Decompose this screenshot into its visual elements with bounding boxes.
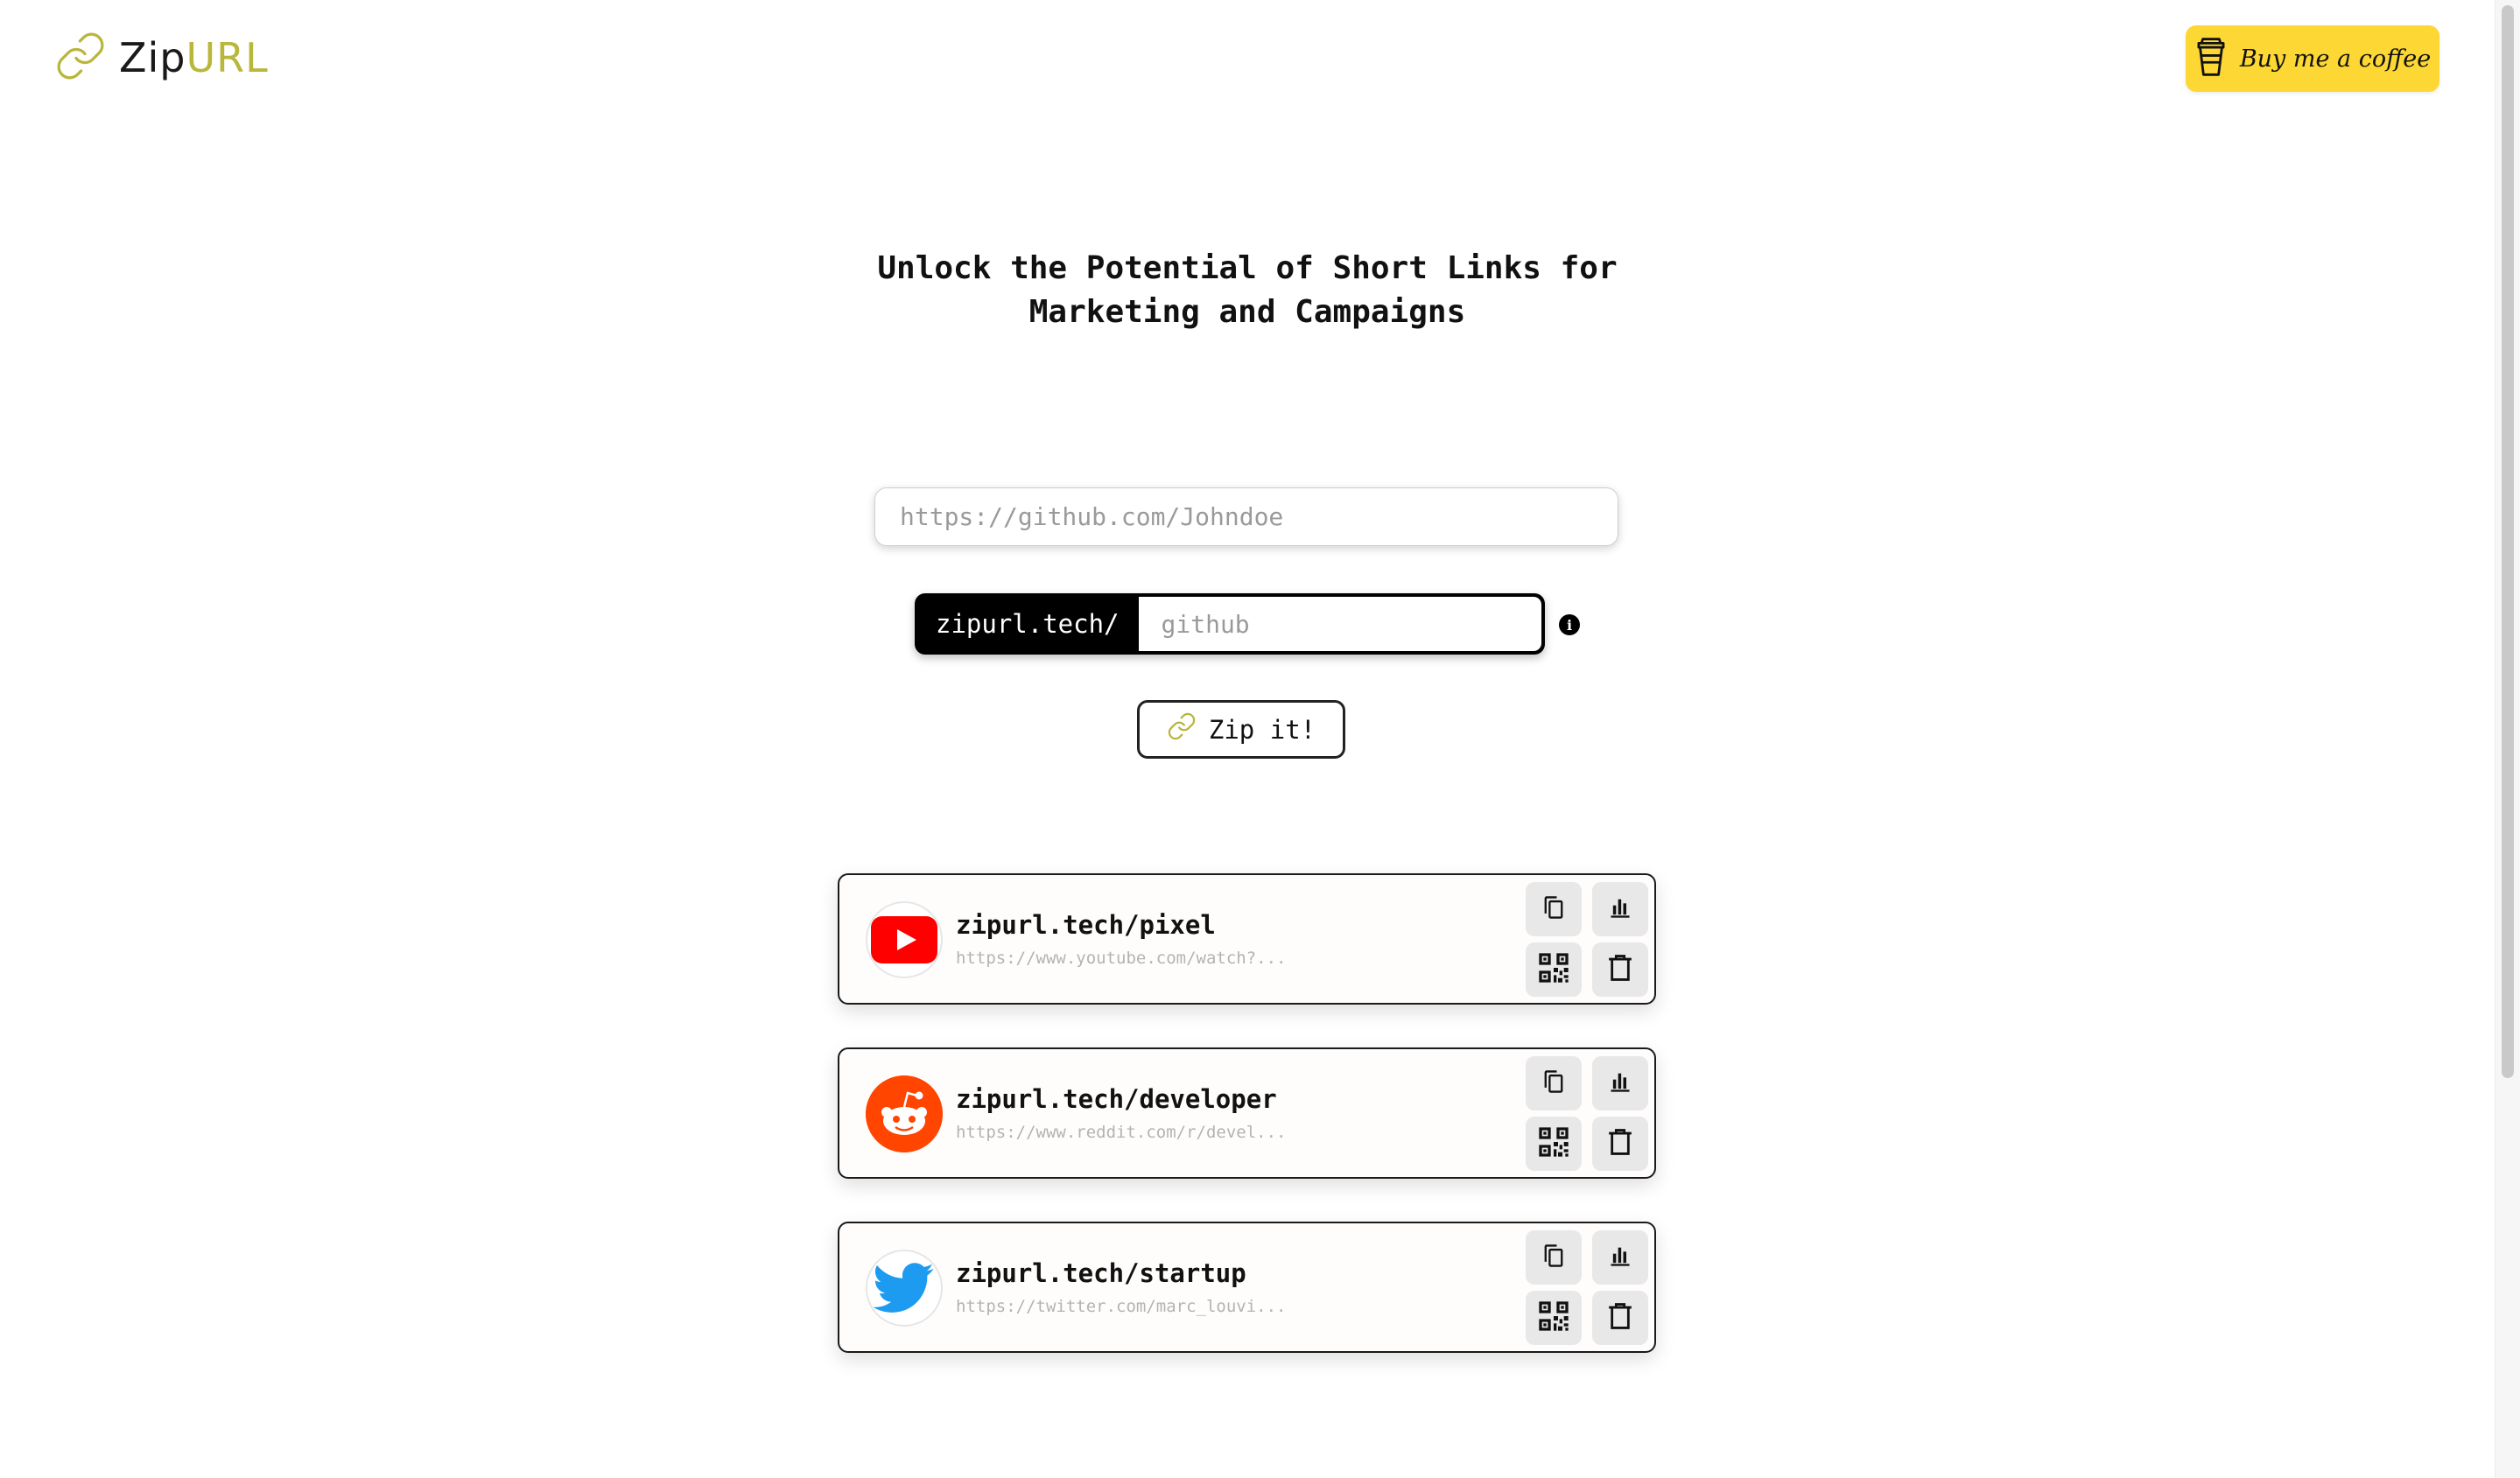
coffee-button-label: Buy me a coffee	[2239, 45, 2432, 73]
trash-icon	[1608, 1302, 1632, 1334]
trash-icon	[1608, 954, 1632, 985]
twitter-icon	[866, 1250, 943, 1327]
link-card: zipurl.tech/startup https://twitter.com/…	[838, 1222, 1656, 1353]
qr-code-button[interactable]	[1526, 1291, 1582, 1345]
coffee-cup-icon	[2194, 35, 2228, 82]
qr-code-button[interactable]	[1526, 1117, 1582, 1171]
qr-code-button[interactable]	[1526, 942, 1582, 997]
scrollbar[interactable]	[2495, 0, 2520, 1478]
copy-button[interactable]	[1526, 1056, 1582, 1110]
zip-it-button[interactable]: Zip it!	[1137, 700, 1345, 759]
delete-button[interactable]	[1592, 1291, 1648, 1345]
bar-chart-icon	[1608, 1069, 1632, 1097]
logo-primary: Zip	[119, 34, 186, 81]
youtube-icon	[866, 901, 943, 978]
original-url: https://www.reddit.com/r/devel...	[956, 1123, 1287, 1142]
logo-accent: URL	[186, 34, 269, 81]
link-card: zipurl.tech/developer https://www.reddit…	[838, 1047, 1656, 1179]
copy-button[interactable]	[1526, 882, 1582, 936]
copy-button[interactable]	[1526, 1230, 1582, 1285]
long-url-input[interactable]	[874, 487, 1618, 546]
copy-icon	[1541, 894, 1566, 924]
delete-button[interactable]	[1592, 942, 1648, 997]
reddit-icon	[866, 1075, 943, 1152]
bar-chart-icon	[1608, 895, 1632, 923]
short-link[interactable]: zipurl.tech/developer	[956, 1084, 1277, 1114]
original-url: https://www.youtube.com/watch?...	[956, 949, 1287, 968]
original-url: https://twitter.com/marc_louvi...	[956, 1297, 1287, 1316]
headline-line-1: Unlock the Potential of Short Links for	[877, 250, 1618, 286]
qr-code-icon	[1536, 1299, 1571, 1337]
short-link[interactable]: zipurl.tech/pixel	[956, 910, 1216, 940]
qr-code-icon	[1536, 950, 1571, 989]
qr-code-icon	[1536, 1124, 1571, 1163]
scrollbar-thumb[interactable]	[2502, 5, 2514, 1078]
delete-button[interactable]	[1592, 1117, 1648, 1171]
copy-icon	[1541, 1068, 1566, 1098]
short-link[interactable]: zipurl.tech/startup	[956, 1258, 1246, 1288]
analytics-button[interactable]	[1592, 882, 1648, 936]
alias-input[interactable]	[1138, 597, 1541, 651]
zip-it-label: Zip it!	[1208, 714, 1316, 745]
link-icon	[1167, 711, 1197, 747]
alias-field: zipurl.tech/	[915, 593, 1545, 655]
bar-chart-icon	[1608, 1243, 1632, 1271]
alias-prefix: zipurl.tech/	[936, 609, 1120, 639]
logo-text: ZipURL	[119, 34, 269, 81]
info-icon[interactable]: i	[1559, 614, 1580, 635]
link-card: zipurl.tech/pixel https://www.youtube.co…	[838, 873, 1656, 1005]
analytics-button[interactable]	[1592, 1056, 1648, 1110]
trash-icon	[1608, 1128, 1632, 1159]
page-headline: Unlock the Potential of Short Links for …	[788, 247, 1707, 334]
link-icon	[54, 30, 107, 86]
logo[interactable]: ZipURL	[54, 30, 269, 86]
buy-me-a-coffee-button[interactable]: Buy me a coffee	[2186, 25, 2439, 92]
analytics-button[interactable]	[1592, 1230, 1648, 1285]
copy-icon	[1541, 1243, 1566, 1272]
headline-line-2: Marketing and Campaigns	[1028, 294, 1466, 330]
